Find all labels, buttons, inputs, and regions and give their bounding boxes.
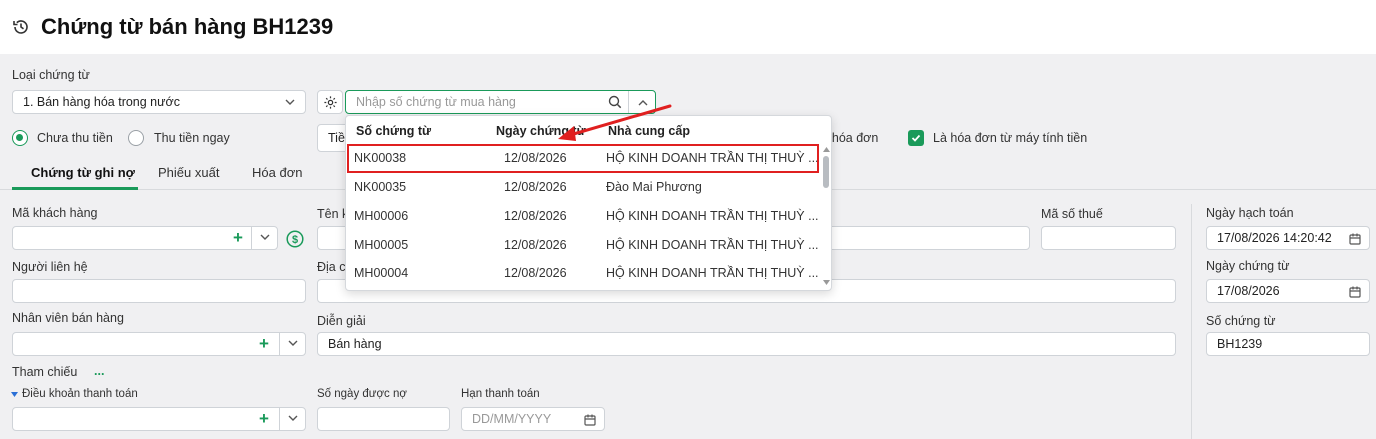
scroll-down-icon[interactable] <box>823 280 830 285</box>
add-payment-terms-icon[interactable]: + <box>259 408 269 430</box>
paid-now-label: Thu tiền ngay <box>154 131 230 145</box>
unpaid-label: Chưa thu tiền <box>37 131 113 145</box>
add-salesperson-icon[interactable]: + <box>259 333 269 355</box>
voucher-date: 12/08/2026 <box>504 180 567 194</box>
posting-date-label: Ngày hạch toán <box>1206 206 1294 220</box>
tab-invoice[interactable]: Hóa đơn <box>252 165 302 180</box>
voucher-date: 12/08/2026 <box>504 238 567 252</box>
description-input[interactable]: Bán hàng <box>317 332 1176 356</box>
reference-label: Tham chiếu <box>12 365 78 379</box>
search-placeholder: Nhập số chứng từ mua hàng <box>356 95 516 109</box>
voucher-number-input[interactable]: BH1239 <box>1206 332 1370 356</box>
tax-code-input[interactable] <box>1041 226 1176 250</box>
voucher-number-label: Số chứng từ <box>1206 314 1276 328</box>
list-item[interactable]: MH00004 12/08/2026 HỘ KINH DOANH TRẦN TH… <box>346 259 826 288</box>
customer-code-input[interactable]: + <box>12 226 278 250</box>
cash-register-label: Là hóa đơn từ máy tính tiền <box>933 131 1088 145</box>
history-icon[interactable] <box>11 17 31 37</box>
description-value: Bán hàng <box>328 337 382 351</box>
contact-label: Người liên hệ <box>12 260 88 274</box>
unpaid-radio[interactable] <box>12 130 28 146</box>
payment-terms-label: Điều khoản thanh toán <box>22 388 138 400</box>
payment-terms-input[interactable]: + <box>12 407 306 431</box>
supplier-name: HỘ KINH DOANH TRẦN THỊ THUỲ ... <box>606 266 819 280</box>
calendar-icon[interactable] <box>1349 286 1361 298</box>
description-label: Diễn giải <box>317 314 366 328</box>
list-item[interactable]: NK00035 12/08/2026 Đào Mai Phương <box>346 173 826 202</box>
supplier-name: Đào Mai Phương <box>606 180 702 194</box>
address-label: Địa c <box>317 260 346 274</box>
customer-code-label: Mã khách hàng <box>12 206 98 220</box>
calendar-icon[interactable] <box>584 414 596 426</box>
credit-days-input[interactable] <box>317 407 450 431</box>
voucher-no: MH00004 <box>354 266 409 280</box>
voucher-date: 12/08/2026 <box>504 266 567 280</box>
supplier-name: HỘ KINH DOANH TRẦN THỊ THUỲ ... <box>606 238 819 252</box>
add-customer-icon[interactable]: + <box>233 227 243 249</box>
col-header-voucher-no: Số chứng từ <box>356 124 432 138</box>
due-date-label: Hạn thanh toán <box>461 388 540 400</box>
voucher-date-value: 17/08/2026 <box>1217 284 1280 298</box>
right-panel-divider <box>1191 204 1192 439</box>
gear-icon <box>324 96 337 109</box>
caret-down-icon[interactable] <box>11 392 18 397</box>
voucher-no: MH00005 <box>354 238 409 252</box>
cash-register-checkbox[interactable] <box>908 130 924 146</box>
voucher-date-input[interactable]: 17/08/2026 <box>1206 279 1370 303</box>
customer-name-label: Tên k <box>317 207 349 221</box>
contact-input[interactable] <box>12 279 306 303</box>
voucher-type-label: Loại chứng từ <box>12 68 90 82</box>
supplier-name: HỘ KINH DOANH TRẦN THỊ THUỲ ... <box>606 209 819 223</box>
annotation-arrow-icon <box>558 104 672 141</box>
payment-method-label: Tiề <box>328 131 345 145</box>
posting-date-value: 17/08/2026 14:20:42 <box>1217 231 1332 245</box>
customer-dropdown-button[interactable] <box>251 227 277 249</box>
voucher-date: 12/08/2026 <box>504 209 567 223</box>
voucher-number-value: BH1239 <box>1217 337 1263 351</box>
scroll-up-icon[interactable] <box>823 147 830 152</box>
salesperson-dropdown-button[interactable] <box>279 333 305 355</box>
reference-more-link[interactable]: ... <box>94 364 104 378</box>
chevron-down-icon <box>285 99 295 105</box>
list-item[interactable]: MH00005 12/08/2026 HỘ KINH DOANH TRẦN TH… <box>346 231 826 260</box>
due-date-input[interactable]: DD/MM/YYYY <box>461 407 605 431</box>
tab-debit-voucher[interactable]: Chứng từ ghi nợ <box>31 165 135 180</box>
salesperson-label: Nhân viên bán hàng <box>12 311 124 325</box>
list-item[interactable]: MH00006 12/08/2026 HỘ KINH DOANH TRẦN TH… <box>346 202 826 231</box>
paid-now-radio[interactable] <box>128 130 144 146</box>
tab-delivery-note[interactable]: Phiếu xuất <box>158 165 219 180</box>
dollar-icon[interactable]: $ <box>286 230 304 248</box>
check-icon <box>911 134 921 142</box>
voucher-date-label: Ngày chứng từ <box>1206 259 1290 273</box>
due-date-placeholder: DD/MM/YYYY <box>472 412 552 426</box>
voucher-no: MH00006 <box>354 209 409 223</box>
scrollbar-thumb[interactable] <box>823 156 829 188</box>
settings-button[interactable] <box>317 90 343 114</box>
chevron-down-icon <box>288 340 298 346</box>
active-tab-indicator <box>12 187 138 190</box>
credit-days-label: Số ngày được nợ <box>317 388 407 400</box>
svg-text:$: $ <box>292 234 298 246</box>
voucher-type-value: 1. Bán hàng hóa trong nước <box>23 95 180 109</box>
page-title: Chứng từ bán hàng BH1239 <box>41 14 334 39</box>
highlight-box <box>347 144 819 173</box>
voucher-type-select[interactable]: 1. Bán hàng hóa trong nước <box>12 90 306 114</box>
payment-terms-dropdown-button[interactable] <box>279 408 305 430</box>
chevron-down-icon <box>288 415 298 421</box>
calendar-icon[interactable] <box>1349 233 1361 245</box>
tax-code-label: Mã số thuế <box>1041 207 1103 221</box>
posting-date-input[interactable]: 17/08/2026 14:20:42 <box>1206 226 1370 250</box>
voucher-no: NK00035 <box>354 180 407 194</box>
chevron-down-icon <box>260 234 270 240</box>
salesperson-input[interactable]: + <box>12 332 306 356</box>
